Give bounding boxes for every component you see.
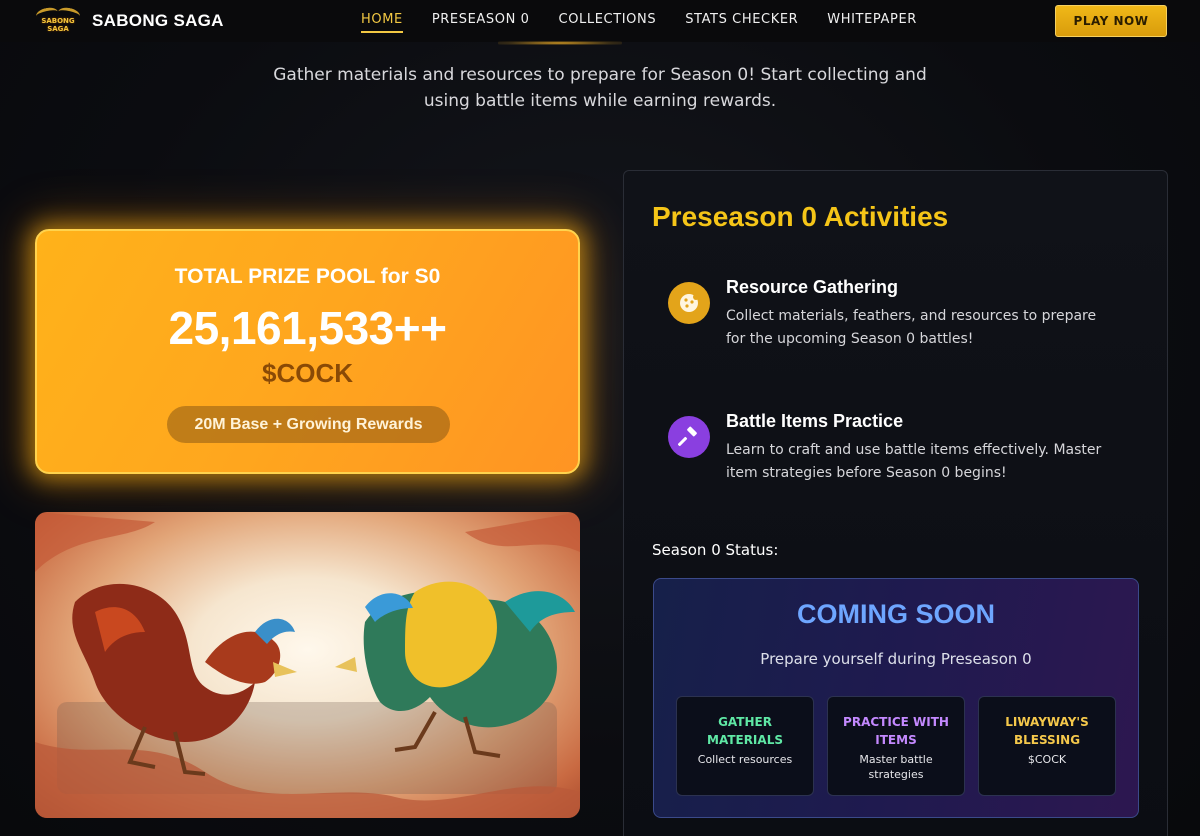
nav-home[interactable]: HOME [361, 0, 403, 42]
brand-name: SABONG SAGA [92, 11, 224, 30]
prize-pool-amount: 25,161,533++ [168, 302, 447, 354]
play-now-button[interactable]: PLAY NOW [1055, 5, 1167, 37]
status-subtitle: Prepare yourself during Preseason 0 [760, 650, 1032, 668]
prize-pool-pill: 20M Base + Growing Rewards [167, 406, 450, 443]
nav-collections[interactable]: COLLECTIONS [559, 0, 657, 42]
rooster-battle-illustration [35, 512, 580, 818]
activity-title: Battle Items Practice [726, 411, 904, 431]
status-card-gather-materials: GATHER MATERIALS Collect resources [676, 696, 814, 796]
top-nav: SABONG SAGA SABONG SAGA HOME PRESEASON 0… [0, 0, 1200, 42]
nav-glow-divider [498, 41, 622, 45]
cookie-icon [668, 282, 710, 324]
activity-title: Resource Gathering [726, 277, 899, 297]
activity-description: Collect materials, feathers, and resourc… [726, 308, 1097, 347]
season-status-label: Season 0 Status: [652, 541, 779, 559]
activities-title: Preseason 0 Activities [652, 201, 949, 232]
nav-preseason-0[interactable]: PRESEASON 0 [432, 0, 530, 42]
sabong-saga-logo: SABONG SAGA [34, 5, 82, 36]
preseason-activities-panel: Preseason 0 Activities Resource Gatherin… [623, 170, 1168, 836]
nav-stats-checker[interactable]: STATS CHECKER [685, 0, 798, 42]
coming-soon-headline: COMING SOON [796, 599, 995, 629]
nav-whitepaper[interactable]: WHITEPAPER [827, 0, 917, 42]
brand[interactable]: SABONG SAGA SABONG SAGA [34, 5, 224, 36]
season-status-box: COMING SOON Prepare yourself during Pres… [653, 578, 1139, 818]
intro-text: Gather materials and resources to prepar… [273, 65, 927, 111]
hammer-icon [668, 416, 710, 458]
prize-pool-unit: $COCK [261, 358, 353, 388]
roosters-artwork [35, 512, 580, 818]
activity-description: Learn to craft and use battle items effe… [726, 442, 1102, 481]
status-card-liwayways-blessing: LIWAYWAY'S BLESSING $COCK [978, 696, 1116, 796]
status-card-practice-with-items: PRACTICE WITH ITEMS Master battle strate… [827, 696, 965, 796]
prize-pool-card: TOTAL PRIZE POOL for S0 25,161,533++ $CO… [35, 229, 580, 474]
prize-pool-title: TOTAL PRIZE POOL for S0 [174, 265, 441, 288]
main-menu: HOME PRESEASON 0 COLLECTIONS STATS CHECK… [361, 0, 946, 42]
